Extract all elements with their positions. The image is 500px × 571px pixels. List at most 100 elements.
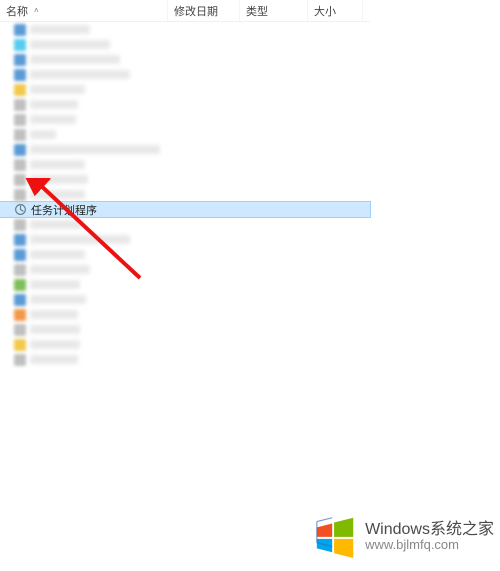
file-row[interactable] <box>0 277 370 292</box>
file-row[interactable] <box>0 262 370 277</box>
file-row[interactable] <box>0 322 370 337</box>
file-name-blurred <box>30 235 130 244</box>
file-icon <box>14 84 26 96</box>
column-header-size-label: 大小 <box>314 3 336 19</box>
file-row[interactable] <box>0 112 370 127</box>
file-row[interactable] <box>0 52 370 67</box>
file-name-blurred <box>30 280 80 289</box>
file-name-cell <box>14 99 168 111</box>
file-name-blurred <box>30 130 56 139</box>
file-name-blurred <box>30 40 110 49</box>
file-icon <box>14 219 26 231</box>
file-name-cell <box>14 339 168 351</box>
column-header-size[interactable]: 大小 <box>308 0 363 22</box>
file-row[interactable] <box>0 307 370 322</box>
file-row[interactable] <box>0 157 370 172</box>
column-header-name-label: 名称 <box>6 3 28 19</box>
file-name-blurred <box>30 175 88 184</box>
file-name-cell: 任务计划程序 <box>14 202 168 218</box>
task-scheduler-icon <box>14 203 27 216</box>
watermark-url: www.bjlmfq.com <box>365 538 494 552</box>
file-icon <box>14 279 26 291</box>
file-name-blurred <box>30 145 160 154</box>
file-icon <box>14 354 26 366</box>
file-name-cell <box>14 39 168 51</box>
file-icon <box>14 114 26 126</box>
file-row[interactable] <box>0 247 370 262</box>
file-name-blurred <box>30 325 80 334</box>
file-name-blurred <box>30 100 78 109</box>
file-row[interactable] <box>0 232 370 247</box>
file-name-cell <box>14 324 168 336</box>
column-header-row: 名称 ˄ 修改日期 类型 大小 <box>0 0 370 22</box>
file-name-blurred <box>30 310 78 319</box>
file-row[interactable] <box>0 127 370 142</box>
file-name-blurred <box>30 295 86 304</box>
file-icon <box>14 24 26 36</box>
file-name-cell <box>14 174 168 186</box>
sort-ascending-icon: ˄ <box>34 6 39 15</box>
file-name-blurred <box>30 55 120 64</box>
file-name-cell <box>14 84 168 96</box>
file-name-cell <box>14 264 168 276</box>
file-icon <box>14 159 26 171</box>
file-row[interactable] <box>0 217 370 232</box>
file-icon <box>14 294 26 306</box>
file-name-cell <box>14 294 168 306</box>
file-name-blurred <box>30 355 78 364</box>
file-row[interactable] <box>0 37 370 52</box>
column-header-date-label: 修改日期 <box>174 3 218 19</box>
file-name-blurred <box>30 265 90 274</box>
file-name-cell <box>14 219 168 231</box>
file-row[interactable] <box>0 352 370 367</box>
watermark-title: Windows系统之家 <box>365 521 494 539</box>
file-name-cell <box>14 159 168 171</box>
file-name-cell <box>14 249 168 261</box>
file-name-cell <box>14 114 168 126</box>
file-name-cell <box>14 54 168 66</box>
file-name-cell <box>14 24 168 36</box>
file-icon <box>14 309 26 321</box>
file-row[interactable] <box>0 337 370 352</box>
file-name-blurred <box>30 115 76 124</box>
file-name-cell <box>14 144 168 156</box>
file-name-blurred <box>30 220 82 229</box>
column-header-date[interactable]: 修改日期 <box>168 0 240 22</box>
column-header-type[interactable]: 类型 <box>240 0 308 22</box>
file-icon <box>14 174 26 186</box>
file-name-cell <box>14 69 168 81</box>
file-icon <box>14 54 26 66</box>
file-row[interactable] <box>0 97 370 112</box>
file-icon <box>14 129 26 141</box>
column-header-type-label: 类型 <box>246 3 268 19</box>
file-row[interactable] <box>0 22 370 37</box>
file-name-cell <box>14 309 168 321</box>
file-name-blurred <box>30 160 85 169</box>
file-name-cell <box>14 354 168 366</box>
file-row[interactable] <box>0 67 370 82</box>
file-icon <box>14 99 26 111</box>
file-row[interactable] <box>0 82 370 97</box>
file-name-cell <box>14 279 168 291</box>
watermark: Windows系统之家 www.bjlmfq.com <box>313 512 494 561</box>
file-row-task-scheduler[interactable]: 任务计划程序 <box>0 202 370 217</box>
file-icon <box>14 69 26 81</box>
file-icon <box>14 144 26 156</box>
windows-logo-icon <box>313 512 359 561</box>
file-name-blurred <box>30 85 85 94</box>
column-header-name[interactable]: 名称 ˄ <box>0 0 168 22</box>
file-name-blurred <box>30 70 130 79</box>
file-icon <box>14 339 26 351</box>
file-name-blurred <box>30 25 90 34</box>
file-name-cell <box>14 234 168 246</box>
file-name-blurred <box>30 250 85 259</box>
file-row[interactable] <box>0 142 370 157</box>
file-icon <box>14 234 26 246</box>
file-icon <box>14 189 26 201</box>
file-icon <box>14 39 26 51</box>
file-row[interactable] <box>0 292 370 307</box>
file-row[interactable] <box>0 187 370 202</box>
file-icon <box>14 264 26 276</box>
file-name-cell <box>14 129 168 141</box>
file-row[interactable] <box>0 172 370 187</box>
